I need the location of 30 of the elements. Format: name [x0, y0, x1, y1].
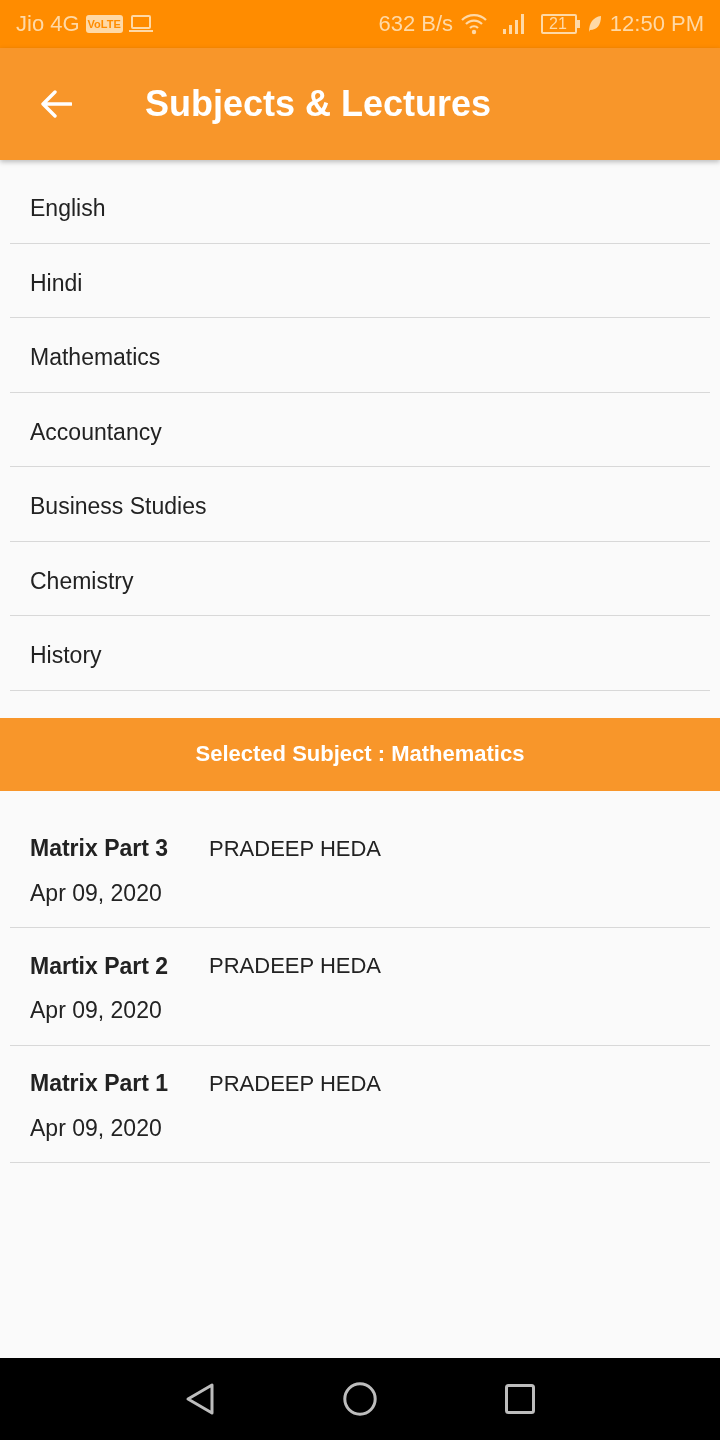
lecture-date: Apr 09, 2020	[30, 1113, 162, 1142]
subject-item[interactable]: Accountancy	[30, 418, 162, 445]
lecture-date: Apr 09, 2020	[30, 996, 162, 1024]
subject-item[interactable]: English	[30, 195, 106, 221]
volte-badge: VoLTE	[85, 15, 123, 33]
wifi-icon	[461, 13, 488, 35]
recents-square-icon[interactable]	[505, 1384, 535, 1414]
clock-time: 12:50 PM	[609, 11, 704, 37]
screen-title: Subjects & Lectures	[145, 83, 492, 125]
lecture-title[interactable]: Matrix Part 3	[30, 835, 169, 862]
subject-item[interactable]: Chemistry	[30, 567, 134, 594]
lecture-author: PRADEEP HEDA	[209, 835, 382, 862]
back-arrow-icon	[40, 90, 72, 118]
laptop-icon	[128, 15, 153, 33]
lecture-title[interactable]: Martix Part 2	[30, 952, 169, 980]
subject-item[interactable]: History	[30, 642, 102, 668]
home-circle-icon[interactable]	[343, 1382, 377, 1416]
carrier-label: Jio 4G	[16, 11, 80, 37]
subject-item[interactable]: Mathematics	[30, 344, 161, 370]
battery-indicator: 21	[541, 14, 580, 34]
leaf-icon	[587, 15, 602, 33]
lecture-author: PRADEEP HEDA	[209, 1070, 382, 1097]
subject-item[interactable]: Business Studies	[30, 493, 207, 519]
selected-subject-banner: Selected Subject : Mathematics	[0, 717, 720, 791]
network-speed: 632 B/s	[378, 11, 454, 37]
lecture-date: Apr 09, 2020	[30, 878, 162, 907]
lecture-title[interactable]: Matrix Part 1	[30, 1070, 169, 1097]
subject-item[interactable]: Hindi	[30, 269, 83, 296]
lecture-author: PRADEEP HEDA	[209, 953, 382, 979]
back-triangle-icon[interactable]	[185, 1382, 215, 1416]
